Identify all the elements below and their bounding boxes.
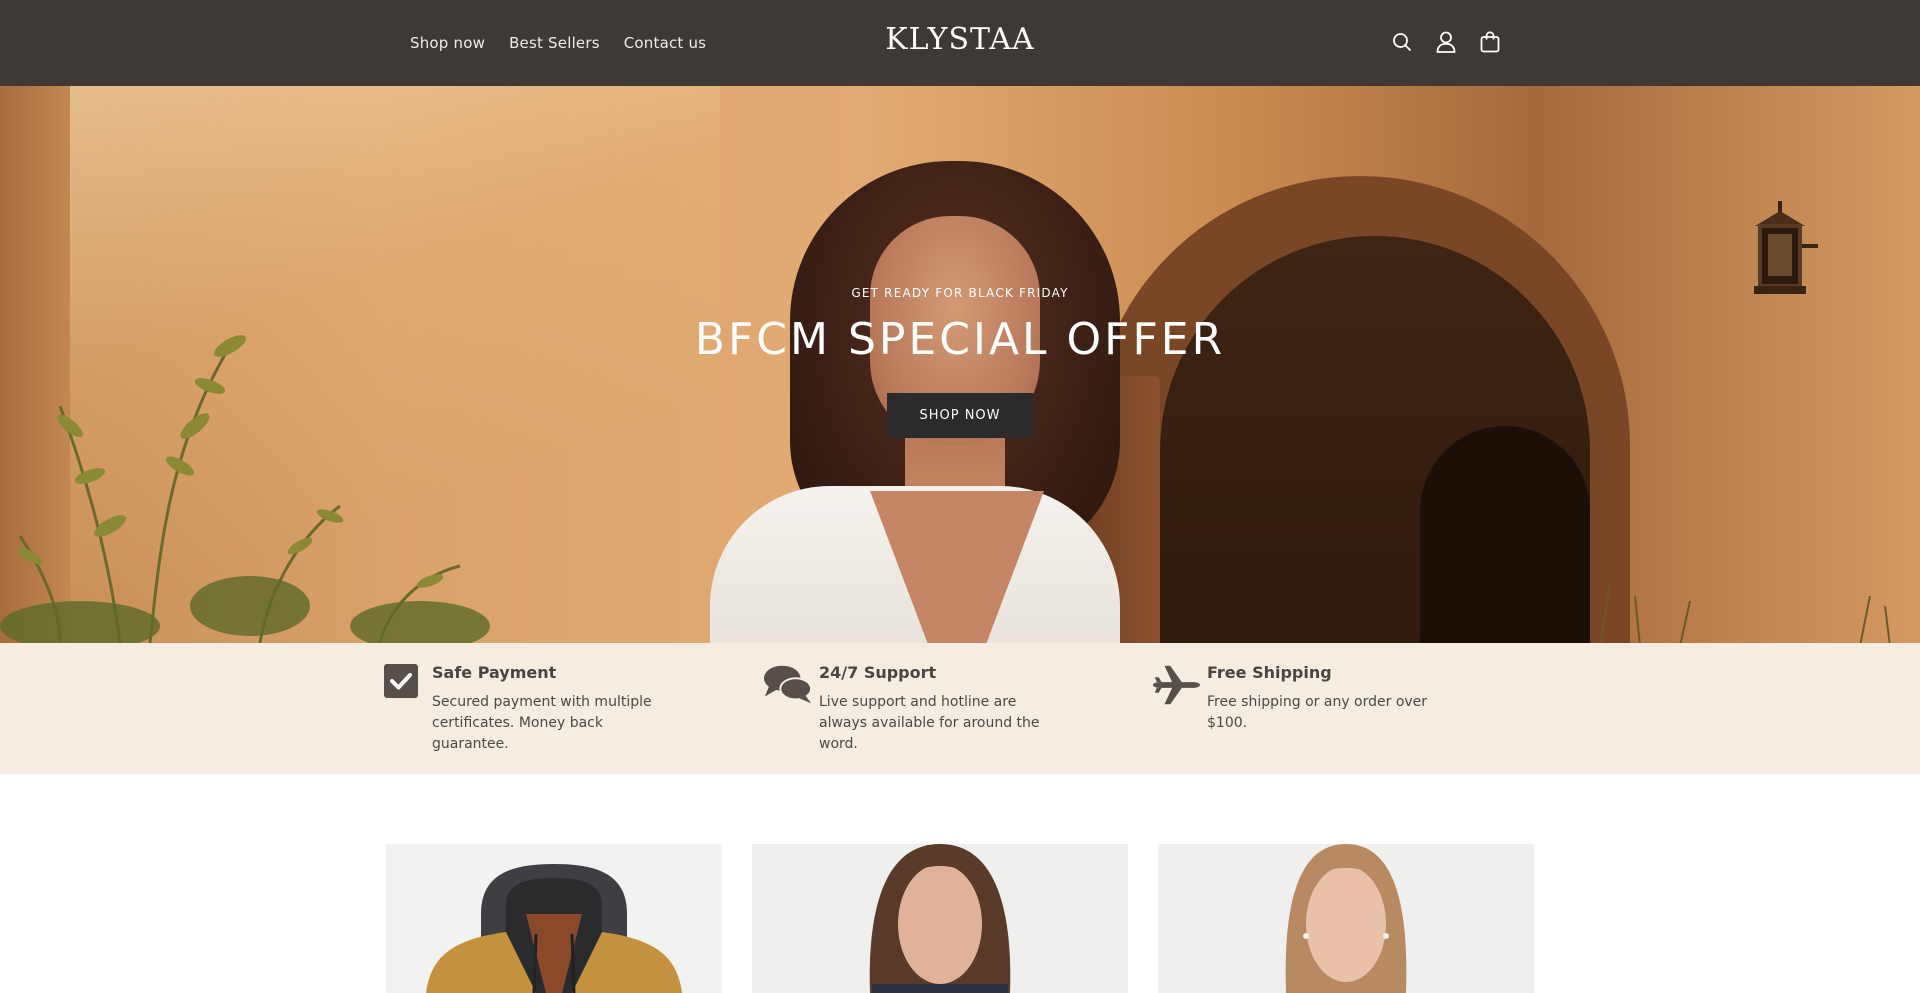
chat-bubbles-icon: [763, 663, 813, 713]
main-nav: Shop now Best Sellers Contact us: [410, 0, 706, 86]
feature-support: 24/7 Support Live support and hotline ar…: [763, 663, 1054, 755]
site-header: Shop now Best Sellers Contact us KLYSTAA: [0, 0, 1920, 86]
product-grid: [0, 844, 1920, 993]
hero-kicker: GET READY FOR BLACK FRIDAY: [851, 286, 1069, 300]
feature-text: 24/7 Support Live support and hotline ar…: [819, 663, 1054, 755]
search-icon[interactable]: [1390, 29, 1414, 55]
nav-link-contact-us[interactable]: Contact us: [624, 34, 706, 52]
features-bar: Safe Payment Secured payment with multip…: [0, 643, 1920, 774]
feature-description: Secured payment with multiple certificat…: [432, 694, 652, 752]
feature-title: Safe Payment: [432, 663, 557, 682]
site-logo[interactable]: KLYSTAA: [885, 22, 1034, 57]
feature-text: Free Shipping Free shipping or any order…: [1207, 663, 1452, 734]
hero-content: GET READY FOR BLACK FRIDAY BFCM SPECIAL …: [0, 286, 1920, 438]
feature-description: Free shipping or any order over $100.: [1207, 694, 1428, 731]
product-image-jacket: [426, 864, 682, 993]
feature-free-shipping: Free Shipping Free shipping or any order…: [1151, 663, 1452, 734]
account-icon[interactable]: [1434, 29, 1458, 55]
product-image-model-2: [869, 844, 1011, 993]
hero-grass-image: [1599, 585, 1891, 643]
nav-link-shop-now[interactable]: Shop now: [410, 34, 485, 52]
hero-title: BFCM SPECIAL OFFER: [694, 314, 1226, 365]
check-square-icon: [376, 663, 426, 713]
cart-icon[interactable]: [1478, 29, 1502, 55]
product-card-model-3[interactable]: [1158, 844, 1534, 993]
logo-wrapper: KLYSTAA: [0, 22, 1920, 57]
header-actions: [1390, 29, 1502, 55]
airplane-icon: [1151, 663, 1201, 713]
feature-title: 24/7 Support: [819, 663, 937, 682]
product-card-jacket[interactable]: [386, 844, 722, 993]
feature-safe-payment: Safe Payment Secured payment with multip…: [376, 663, 662, 755]
shop-now-button[interactable]: SHOP NOW: [887, 393, 1033, 438]
feature-text: Safe Payment Secured payment with multip…: [432, 663, 662, 755]
product-card-model-2[interactable]: [752, 844, 1128, 993]
hero-banner: GET READY FOR BLACK FRIDAY BFCM SPECIAL …: [0, 86, 1920, 643]
product-image-model-3: [1285, 844, 1407, 993]
hero-model-neckline: [870, 491, 1044, 643]
hero-arch-doorway: [1420, 426, 1590, 643]
nav-link-best-sellers[interactable]: Best Sellers: [509, 34, 600, 52]
feature-title: Free Shipping: [1207, 663, 1332, 682]
feature-description: Live support and hotline are always avai…: [819, 694, 1040, 752]
